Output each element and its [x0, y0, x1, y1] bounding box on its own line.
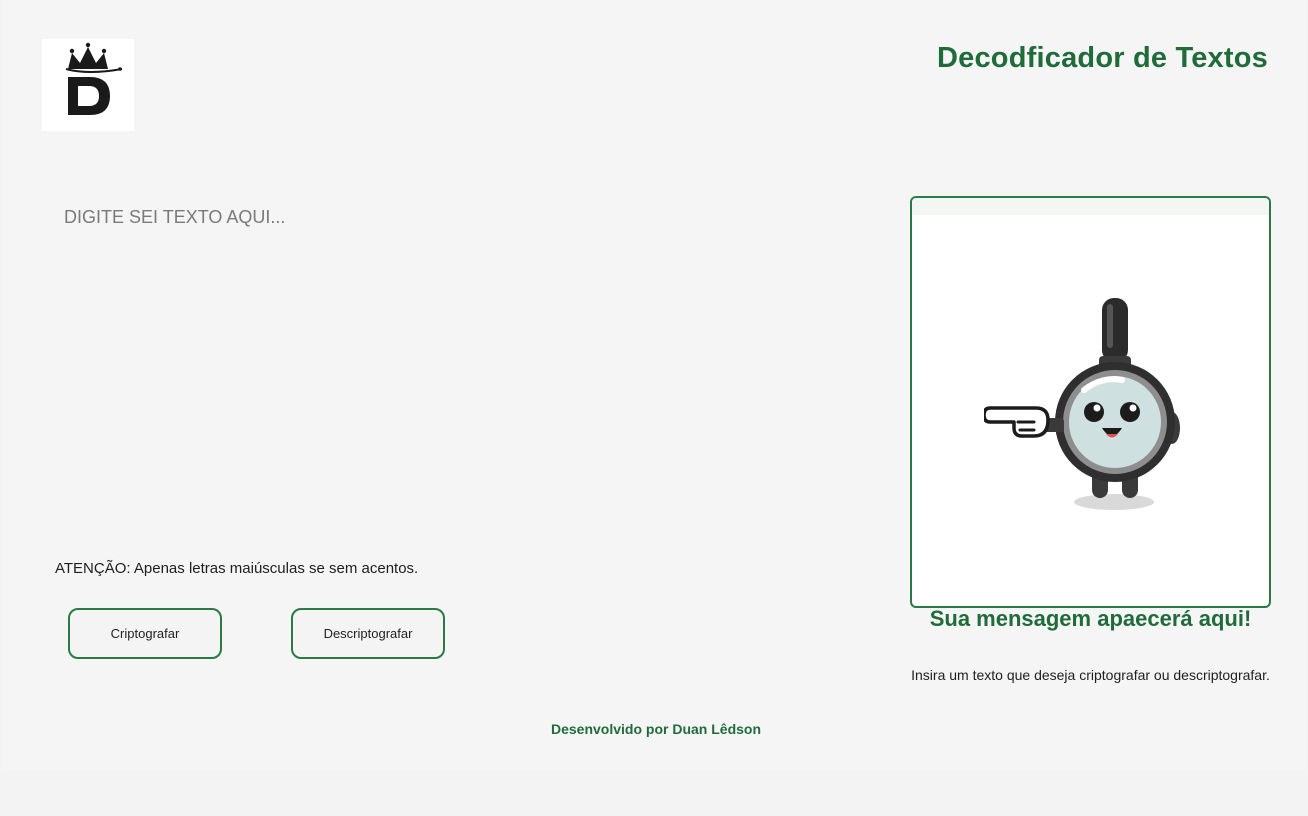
- message-input[interactable]: [52, 195, 842, 535]
- footer-credit: Desenvolvido por Duan Lêdson: [550, 721, 762, 737]
- page: Decodficador de Textos ATENÇÃO: Apenas l…: [2, 0, 1306, 770]
- warning-text: ATENÇÃO: Apenas letras maiúsculas se sem…: [55, 560, 419, 577]
- encrypt-button[interactable]: Criptografar: [68, 608, 222, 659]
- crowned-d-logo-icon: [65, 42, 123, 115]
- app-title: Decodficador de Textos: [937, 42, 1268, 74]
- magnifying-glass-mascot-icon: [984, 298, 1180, 510]
- decrypt-button[interactable]: Descriptografar: [291, 608, 445, 659]
- output-panel-strip: [912, 198, 1269, 215]
- output-subtitle: Insira um texto que deseja criptografar …: [911, 667, 1270, 683]
- output-panel: [910, 196, 1271, 608]
- output-title: Sua mensagem apaecerá aqui!: [929, 606, 1252, 631]
- logo: [42, 39, 134, 131]
